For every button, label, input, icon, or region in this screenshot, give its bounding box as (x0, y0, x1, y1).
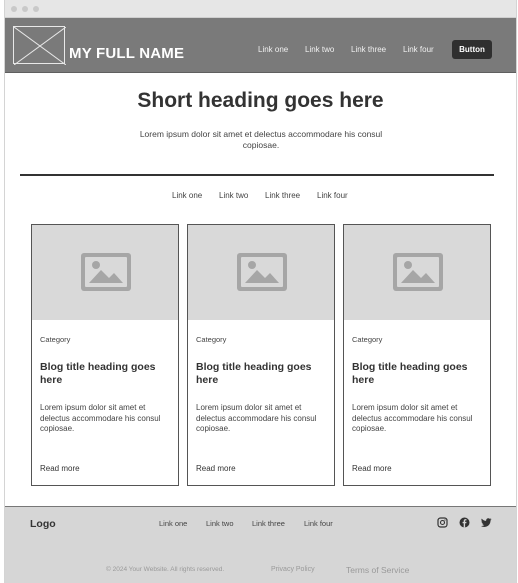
footer-nav-link-one[interactable]: Link one (159, 519, 187, 528)
window-dot-icon[interactable] (33, 6, 39, 12)
header-nav-link-two[interactable]: Link two (305, 45, 334, 54)
copyright-text: © 2024 Your Website. All rights reserved… (106, 566, 225, 573)
card-body: Lorem ipsum dolor sit amet et delectus a… (352, 403, 473, 433)
header-nav-link-four[interactable]: Link four (403, 45, 434, 54)
card-title[interactable]: Blog title heading goes here (40, 361, 174, 387)
header-nav-link-three[interactable]: Link three (351, 45, 386, 54)
card-read-more-link[interactable]: Read more (196, 464, 236, 473)
card-category: Category (40, 335, 71, 344)
image-icon (237, 253, 287, 291)
header-nav-link-one[interactable]: Link one (258, 45, 288, 54)
hero-text: Lorem ipsum dolor sit amet et delectus a… (139, 129, 383, 150)
site-name: MY FULL NAME (69, 45, 185, 62)
card-body: Lorem ipsum dolor sit amet et delectus a… (40, 403, 161, 433)
blog-card[interactable]: Category Blog title heading goes here Lo… (187, 224, 335, 486)
section-nav-link-one[interactable]: Link one (172, 191, 202, 200)
header-button[interactable]: Button (452, 40, 492, 59)
site-footer: Logo Link one Link two Link three Link f… (5, 506, 516, 583)
card-image-placeholder (188, 225, 334, 320)
footer-nav-link-four[interactable]: Link four (304, 519, 333, 528)
footer-nav-link-two[interactable]: Link two (206, 519, 234, 528)
image-icon (393, 253, 443, 291)
window-dot-icon[interactable] (11, 6, 17, 12)
footer-logo[interactable]: Logo (30, 518, 56, 530)
logo-placeholder-icon[interactable] (13, 26, 67, 66)
card-category: Category (196, 335, 227, 344)
instagram-icon[interactable] (437, 517, 448, 528)
blog-card[interactable]: Category Blog title heading goes here Lo… (31, 224, 179, 486)
section-nav-link-three[interactable]: Link three (265, 191, 300, 200)
window-titlebar (5, 0, 516, 18)
card-title[interactable]: Blog title heading goes here (196, 361, 330, 387)
section-divider (20, 174, 494, 176)
privacy-policy-link[interactable]: Privacy Policy (271, 566, 315, 573)
card-read-more-link[interactable]: Read more (352, 464, 392, 473)
card-read-more-link[interactable]: Read more (40, 464, 80, 473)
footer-nav-link-three[interactable]: Link three (252, 519, 285, 528)
browser-window: MY FULL NAME Link one Link two Link thre… (4, 0, 517, 583)
section-nav-link-four[interactable]: Link four (317, 191, 348, 200)
blog-card[interactable]: Category Blog title heading goes here Lo… (343, 224, 491, 486)
twitter-icon[interactable] (481, 517, 492, 528)
terms-of-service-link[interactable]: Terms of Service (346, 565, 409, 575)
facebook-icon[interactable] (459, 517, 470, 528)
card-body: Lorem ipsum dolor sit amet et delectus a… (196, 403, 317, 433)
card-category: Category (352, 335, 383, 344)
card-image-placeholder (32, 225, 178, 320)
window-dot-icon[interactable] (22, 6, 28, 12)
card-title[interactable]: Blog title heading goes here (352, 361, 486, 387)
section-nav-link-two[interactable]: Link two (219, 191, 248, 200)
image-icon (81, 253, 131, 291)
card-image-placeholder (344, 225, 490, 320)
hero-heading: Short heading goes here (137, 89, 384, 112)
site-header: MY FULL NAME Link one Link two Link thre… (5, 18, 516, 73)
